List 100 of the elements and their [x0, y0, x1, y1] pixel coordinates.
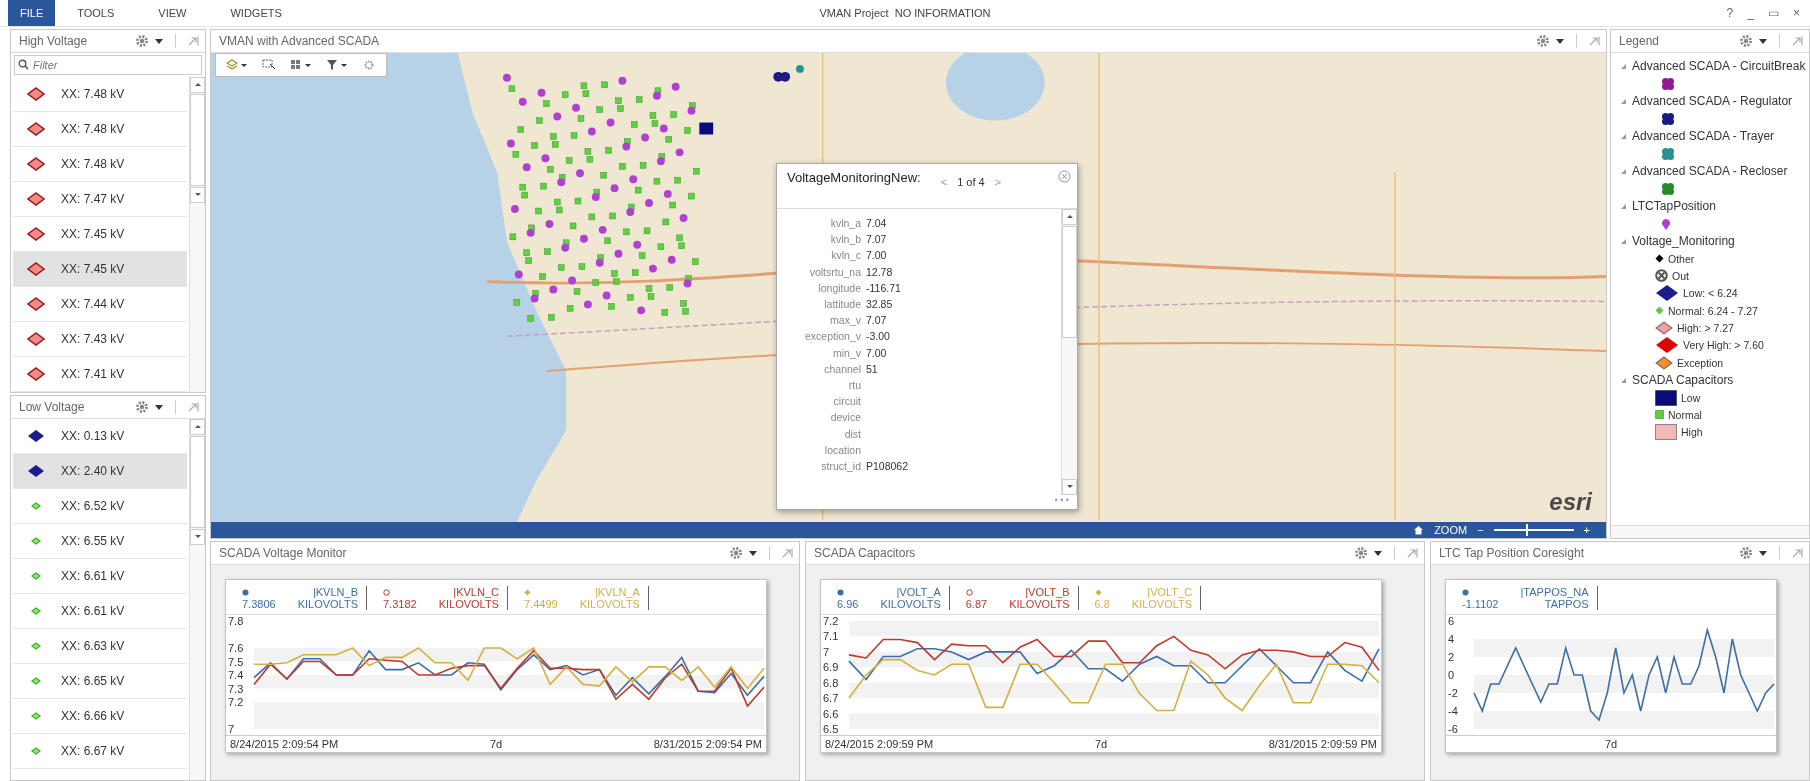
- series-name: |VOLT_B: [1024, 586, 1070, 598]
- caret-icon[interactable]: [1374, 550, 1382, 556]
- list-item-label: XX: 2.40 kV: [61, 464, 125, 478]
- undock-icon[interactable]: [188, 36, 199, 46]
- list-item[interactable]: XX: 6.63 kV: [13, 629, 187, 664]
- menu-item[interactable]: WIDGETS: [208, 0, 304, 26]
- axis-label: 8/24/2015 2:09:54 PM: [230, 738, 339, 750]
- field-label: location: [823, 443, 862, 456]
- expand-toggle[interactable]: [1621, 133, 1626, 139]
- grid-icon[interactable]: [290, 59, 312, 71]
- list-item[interactable]: XX: 6.55 kV: [13, 524, 187, 559]
- expand-toggle[interactable]: [1621, 377, 1626, 383]
- scrollbar[interactable]: [189, 77, 205, 392]
- list-item[interactable]: XX: 7.48 kV: [13, 112, 187, 147]
- list-item[interactable]: XX: 6.67 kV: [13, 734, 187, 769]
- window-control[interactable]: ?: [1726, 6, 1734, 20]
- list-item-label: XX: 7.43 kV: [61, 332, 125, 346]
- field-label: voltsrtu_na: [808, 265, 862, 278]
- axis-label: 7d: [1094, 738, 1108, 750]
- legend-label: Exception: [1677, 356, 1724, 369]
- undock-icon[interactable]: [1589, 36, 1600, 46]
- list-item[interactable]: XX: 6.61 kV: [13, 559, 187, 594]
- menu-item[interactable]: TOOLS: [55, 0, 137, 26]
- list-item[interactable]: XX: 2.40 kV: [13, 454, 187, 489]
- home-icon[interactable]: [1413, 525, 1425, 535]
- legend-group-title: SCADA Capacitors: [1632, 373, 1734, 387]
- zoom-out-button[interactable]: −: [1477, 524, 1484, 536]
- search-icon: [18, 59, 29, 70]
- axis-tick-label: 4: [1448, 633, 1455, 645]
- scrollbar[interactable]: [1611, 525, 1809, 538]
- gear-icon[interactable]: [1739, 34, 1753, 48]
- undock-icon[interactable]: [782, 548, 793, 558]
- gear-icon[interactable]: [729, 546, 743, 560]
- window-control[interactable]: ▭: [1768, 6, 1779, 20]
- tool-icon[interactable]: [362, 59, 376, 71]
- select-icon[interactable]: [262, 59, 276, 71]
- scrollbar[interactable]: [1061, 209, 1077, 495]
- list-item[interactable]: XX: 7.43 kV: [13, 322, 187, 357]
- caret-icon[interactable]: [1556, 38, 1564, 44]
- list-item[interactable]: XX: 7.48 kV: [13, 147, 187, 182]
- series-name: |VOLT_C: [1146, 586, 1193, 598]
- diamond-icon: [27, 122, 45, 136]
- menu-item[interactable]: VIEW: [136, 0, 209, 26]
- field-label: kvln_c: [830, 249, 862, 262]
- filter-field[interactable]: Filter: [14, 55, 202, 75]
- close-icon[interactable]: [1058, 170, 1071, 183]
- undock-icon[interactable]: [1407, 548, 1418, 558]
- field-value: -3.00: [866, 330, 890, 343]
- scrollbar[interactable]: [189, 419, 205, 780]
- expand-toggle[interactable]: [1621, 203, 1626, 209]
- gear-icon[interactable]: [135, 34, 149, 48]
- expand-toggle[interactable]: [1621, 238, 1626, 244]
- diamond-icon: [1094, 588, 1102, 596]
- diamond-icon: [27, 464, 45, 478]
- caret-icon[interactable]: [155, 404, 163, 410]
- window-control[interactable]: ×: [1793, 6, 1800, 20]
- list-item-label: XX: 6.61 kV: [61, 604, 125, 618]
- series-reading: -1.1102: [1462, 598, 1499, 610]
- axis-tick-label: 7: [823, 645, 830, 658]
- list-item[interactable]: XX: 6.61 kV: [13, 594, 187, 629]
- undock-icon[interactable]: [1792, 548, 1803, 558]
- list-item[interactable]: XX: 6.65 kV: [13, 664, 187, 699]
- list-item[interactable]: XX: 7.48 kV: [13, 77, 187, 112]
- list-item[interactable]: XX: 7.44 kV: [13, 287, 187, 322]
- caret-icon[interactable]: [155, 38, 163, 44]
- window-control[interactable]: _: [1747, 6, 1754, 20]
- series-unit: KILOVOLTS: [1009, 598, 1070, 610]
- diamond-icon: [27, 192, 45, 206]
- axis-tick-label: 7.6: [228, 642, 244, 654]
- list-item-label: XX: 7.48 kV: [61, 157, 125, 171]
- series-reading: 7.4499: [523, 598, 558, 610]
- list-item[interactable]: XX: 6.66 kV: [13, 699, 187, 734]
- gear-icon[interactable]: [135, 400, 149, 414]
- gear-icon[interactable]: [1536, 34, 1550, 48]
- field-label: kvln_a: [829, 217, 862, 230]
- list-item[interactable]: XX: 7.45 kV: [13, 252, 187, 287]
- diamond-icon: [27, 227, 45, 241]
- caret-icon[interactable]: [1759, 38, 1767, 44]
- dot-icon: [242, 588, 249, 596]
- field-label: kvln_b: [829, 233, 862, 246]
- list-item-label: XX: 6.63 kV: [61, 639, 125, 653]
- caret-icon[interactable]: [749, 550, 757, 556]
- list-item[interactable]: XX: 7.41 kV: [13, 357, 187, 392]
- undock-icon[interactable]: [1792, 36, 1803, 46]
- gear-icon[interactable]: [1739, 546, 1753, 560]
- caret-icon[interactable]: [1759, 550, 1767, 556]
- list-item[interactable]: XX: 7.47 kV: [13, 182, 187, 217]
- menu-item[interactable]: FILE: [8, 0, 56, 26]
- expand-toggle[interactable]: [1621, 168, 1626, 174]
- expand-toggle[interactable]: [1621, 63, 1626, 69]
- field-label: longitude: [817, 281, 862, 294]
- series-unit: KILOVOLTS: [297, 598, 358, 610]
- undock-icon[interactable]: [188, 402, 199, 412]
- filter-icon[interactable]: [326, 59, 348, 71]
- list-item[interactable]: XX: 6.52 kV: [13, 489, 187, 524]
- legend-label: Very High: > 7.60: [1683, 339, 1764, 351]
- expand-toggle[interactable]: [1621, 98, 1626, 104]
- zoom-in-button[interactable]: +: [1583, 524, 1590, 536]
- gear-icon[interactable]: [1354, 546, 1368, 560]
- layers-icon[interactable]: [226, 59, 248, 71]
